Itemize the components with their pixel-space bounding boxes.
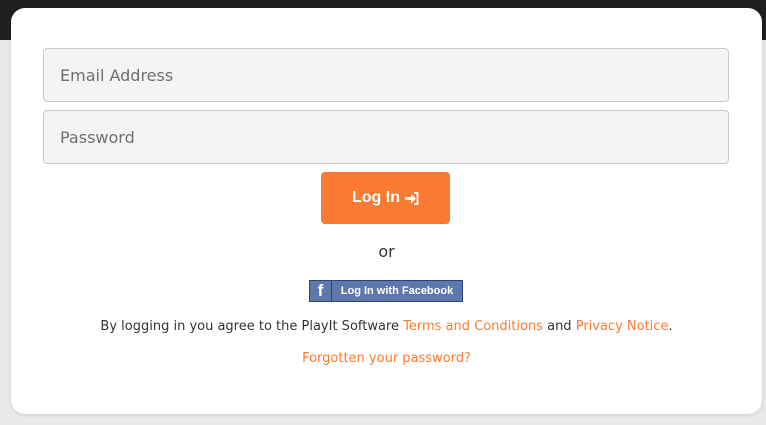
terms-prefix: By logging in you agree to the PlayIt So…: [100, 319, 404, 334]
facebook-login-button[interactable]: f Log In with Facebook: [309, 280, 463, 302]
terms-middle: and: [542, 319, 576, 334]
or-divider: or: [378, 242, 395, 261]
facebook-f-icon: f: [310, 281, 332, 301]
terms-notice: By logging in you agree to the PlayIt So…: [11, 319, 762, 334]
password-field[interactable]: [43, 110, 729, 164]
terms-suffix: .: [668, 319, 673, 334]
terms-and-conditions-link[interactable]: Terms and Conditions: [403, 319, 543, 334]
login-button-label: Log In: [352, 189, 400, 206]
privacy-notice-link[interactable]: Privacy Notice: [576, 319, 669, 334]
sign-in-icon: [404, 191, 419, 205]
forgot-password-link[interactable]: Forgotten your password?: [302, 351, 471, 366]
login-modal: Log In or f Log In with Facebook By logg…: [11, 8, 762, 414]
forgot-password: Forgotten your password?: [11, 351, 762, 366]
email-field[interactable]: [43, 48, 729, 102]
facebook-login-label: Log In with Facebook: [340, 285, 454, 297]
login-button[interactable]: Log In: [321, 172, 450, 224]
